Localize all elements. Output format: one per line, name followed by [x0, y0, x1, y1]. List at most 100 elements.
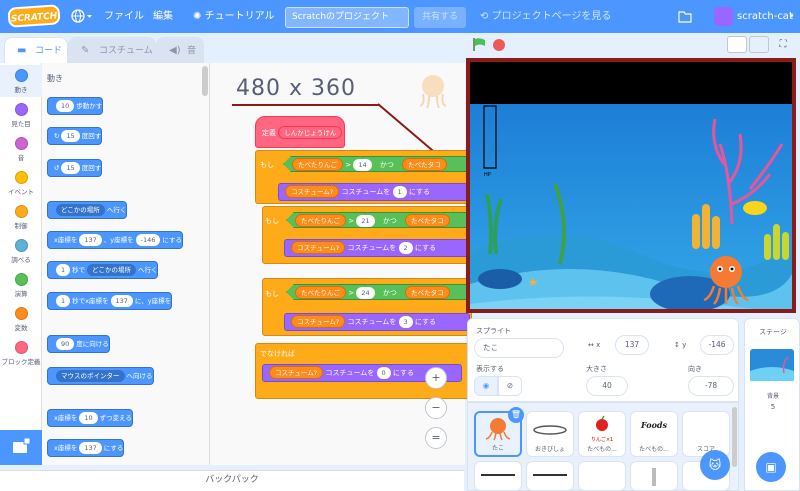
category-variables[interactable]: 変数	[0, 303, 42, 335]
block-point-direction[interactable]: 90 度に向ける	[47, 335, 110, 353]
sprite-thumb-line-2[interactable]	[526, 461, 574, 491]
towards-dropdown[interactable]: マウスのポインター	[56, 370, 125, 382]
tab-sounds[interactable]: ◀) 音	[156, 37, 204, 63]
zoom-in-button[interactable]: +	[425, 367, 447, 389]
compare-input[interactable]: 21	[356, 215, 375, 227]
size-input[interactable]: 40	[586, 376, 628, 396]
x-input[interactable]: 137	[615, 335, 649, 355]
tab-code[interactable]: ▬ コード	[4, 37, 68, 65]
category-sound[interactable]: 音	[0, 133, 42, 165]
category-sensing[interactable]: 調べる	[0, 235, 42, 267]
tab-costumes[interactable]: ✎ コスチューム	[68, 37, 156, 63]
costume-dropdown[interactable]: コスチューム?	[285, 185, 340, 198]
secs-input[interactable]: 1	[56, 295, 71, 307]
block-move-steps[interactable]: 10 歩動かす	[47, 97, 104, 115]
costume-input[interactable]: 3	[398, 316, 413, 328]
chevron-down-icon[interactable]: ▾	[790, 0, 794, 33]
sprite-name-input[interactable]: たこ	[474, 338, 564, 358]
costume-dropdown[interactable]: コスチューム?	[291, 315, 346, 328]
define-block[interactable]: 定義 しんかじょうけん	[255, 116, 345, 148]
block-turn-right[interactable]: ↻ 15 度回す	[47, 127, 103, 145]
sprite-thumb-okibisho[interactable]: おきびしょ	[526, 411, 574, 457]
degrees-input[interactable]: 15	[61, 130, 80, 142]
category-motion[interactable]: 動き	[0, 65, 42, 97]
see-project-page-button[interactable]: ⟲ プロジェクトページを見る	[480, 0, 611, 33]
scratch-logo[interactable]: SCRATCH	[7, 4, 61, 28]
category-operators[interactable]: 演算	[0, 269, 42, 301]
category-events[interactable]: イベント	[0, 167, 42, 199]
large-stage-icon[interactable]	[749, 36, 769, 53]
block-change-x[interactable]: x座標を 10 ずつ変える	[47, 409, 133, 427]
trash-icon[interactable]: 🗑	[508, 407, 524, 423]
block-goto-xy[interactable]: x座標を 137 、y座標を -146 にする	[47, 231, 183, 249]
and-operator-3[interactable]: たべたりんご > 24 かつ たべたタコ	[286, 284, 474, 300]
block-glide[interactable]: 1 秒で どこかの場所 へ行く	[47, 261, 159, 279]
glide-target-dropdown[interactable]: どこかの場所	[87, 264, 136, 276]
project-title-input[interactable]: Scratchのプロジェクト	[285, 7, 409, 28]
and-operator-1[interactable]: たべたりんご > 14 かつ たべたタコ	[283, 156, 473, 172]
compare-input[interactable]: 24	[356, 287, 375, 299]
sprite-thumb-tabemono-2[interactable]: Foods たべもの...	[630, 411, 678, 457]
y-input[interactable]: -146	[135, 234, 161, 246]
zoom-out-button[interactable]: −	[425, 397, 447, 419]
fullscreen-icon[interactable]: ⛶	[773, 36, 793, 53]
sprite-thumb-pencil[interactable]	[630, 461, 678, 491]
backpack-header[interactable]: バックパック	[0, 470, 464, 491]
x-input[interactable]: 137	[79, 234, 102, 246]
green-flag-icon[interactable]	[472, 37, 486, 54]
costume-input[interactable]: 2	[398, 242, 413, 254]
file-menu[interactable]: ファイル	[104, 0, 144, 33]
globe-icon[interactable]	[70, 0, 92, 33]
secs-input[interactable]: 1	[56, 264, 71, 276]
sprite-thumb-6[interactable]	[578, 461, 626, 491]
compare-input[interactable]: 14	[353, 159, 372, 171]
choose-sprite-button[interactable]: 🐱	[700, 450, 730, 480]
block-glide-xy[interactable]: 1 秒でx座標を 137 に、y座標を	[47, 292, 173, 310]
change-x-input[interactable]: 10	[79, 412, 98, 424]
block-set-x[interactable]: x座標を 137 にする	[47, 439, 125, 457]
block-point-towards[interactable]: マウスのポインター へ向ける	[47, 367, 154, 385]
steps-input[interactable]: 10	[56, 100, 75, 112]
show-visible-button[interactable]: ◉	[474, 376, 498, 396]
sprite-thumb-tabemono-1[interactable]: りんご×1 たべもの...	[578, 411, 626, 457]
add-extension-button[interactable]	[0, 430, 42, 465]
and-operator-2[interactable]: たべたりんご > 21 かつ たべたタコ	[286, 212, 474, 228]
username[interactable]: scratch-cat	[737, 0, 793, 33]
category-my-blocks[interactable]: ブロック定義	[0, 337, 42, 375]
stop-icon[interactable]	[493, 39, 505, 51]
avatar[interactable]	[714, 7, 733, 26]
switch-costume-block-3[interactable]: コスチューム? コスチュームを 3 にする	[284, 313, 470, 331]
set-x-input[interactable]: 137	[79, 442, 102, 454]
costume-input[interactable]: 1	[392, 186, 407, 198]
category-looks[interactable]: 見た目	[0, 99, 42, 131]
costume-dropdown[interactable]: コスチューム?	[269, 366, 324, 379]
sprite-list-scrollbar[interactable]	[732, 407, 737, 467]
line-icon	[533, 474, 567, 476]
edit-menu[interactable]: 編集	[153, 0, 173, 33]
direction-input[interactable]: 90	[56, 338, 75, 350]
palette-scrollbar[interactable]	[202, 66, 208, 96]
zoom-reset-button[interactable]: =	[425, 427, 447, 449]
sprite-thumb-tako[interactable]: たこ 🗑	[474, 407, 524, 457]
goto-target-dropdown[interactable]: どこかの場所	[56, 204, 105, 216]
costume-dropdown[interactable]: コスチューム?	[291, 241, 346, 254]
costume-input[interactable]: 0	[376, 367, 391, 379]
degrees-input[interactable]: 15	[61, 162, 80, 174]
category-control[interactable]: 制御	[0, 201, 42, 233]
block-goto[interactable]: どこかの場所 へ行く	[47, 201, 128, 219]
sprite-thumb-line-1[interactable]	[474, 461, 522, 491]
block-turn-left[interactable]: ↺ 15 度回す	[47, 159, 103, 177]
y-input[interactable]: -146	[700, 335, 734, 355]
x-input[interactable]: 137	[110, 295, 133, 307]
choose-backdrop-button[interactable]: ▣	[756, 452, 786, 482]
small-stage-icon[interactable]	[727, 36, 747, 53]
switch-costume-block-1[interactable]: コスチューム? コスチュームを 1 にする	[278, 183, 468, 201]
tutorial-menu[interactable]: ✺ チュートリアル	[193, 0, 274, 33]
show-hidden-button[interactable]: ⊘	[498, 376, 522, 396]
direction-input[interactable]: -78	[688, 376, 734, 396]
folder-icon[interactable]	[678, 0, 692, 33]
stage-canvas[interactable]: HP	[466, 58, 796, 313]
sprite-thumb-score[interactable]: スコア	[682, 411, 730, 457]
switch-costume-block-2[interactable]: コスチューム? コスチュームを 2 にする	[284, 239, 470, 257]
share-button[interactable]: 共有する	[414, 7, 466, 28]
